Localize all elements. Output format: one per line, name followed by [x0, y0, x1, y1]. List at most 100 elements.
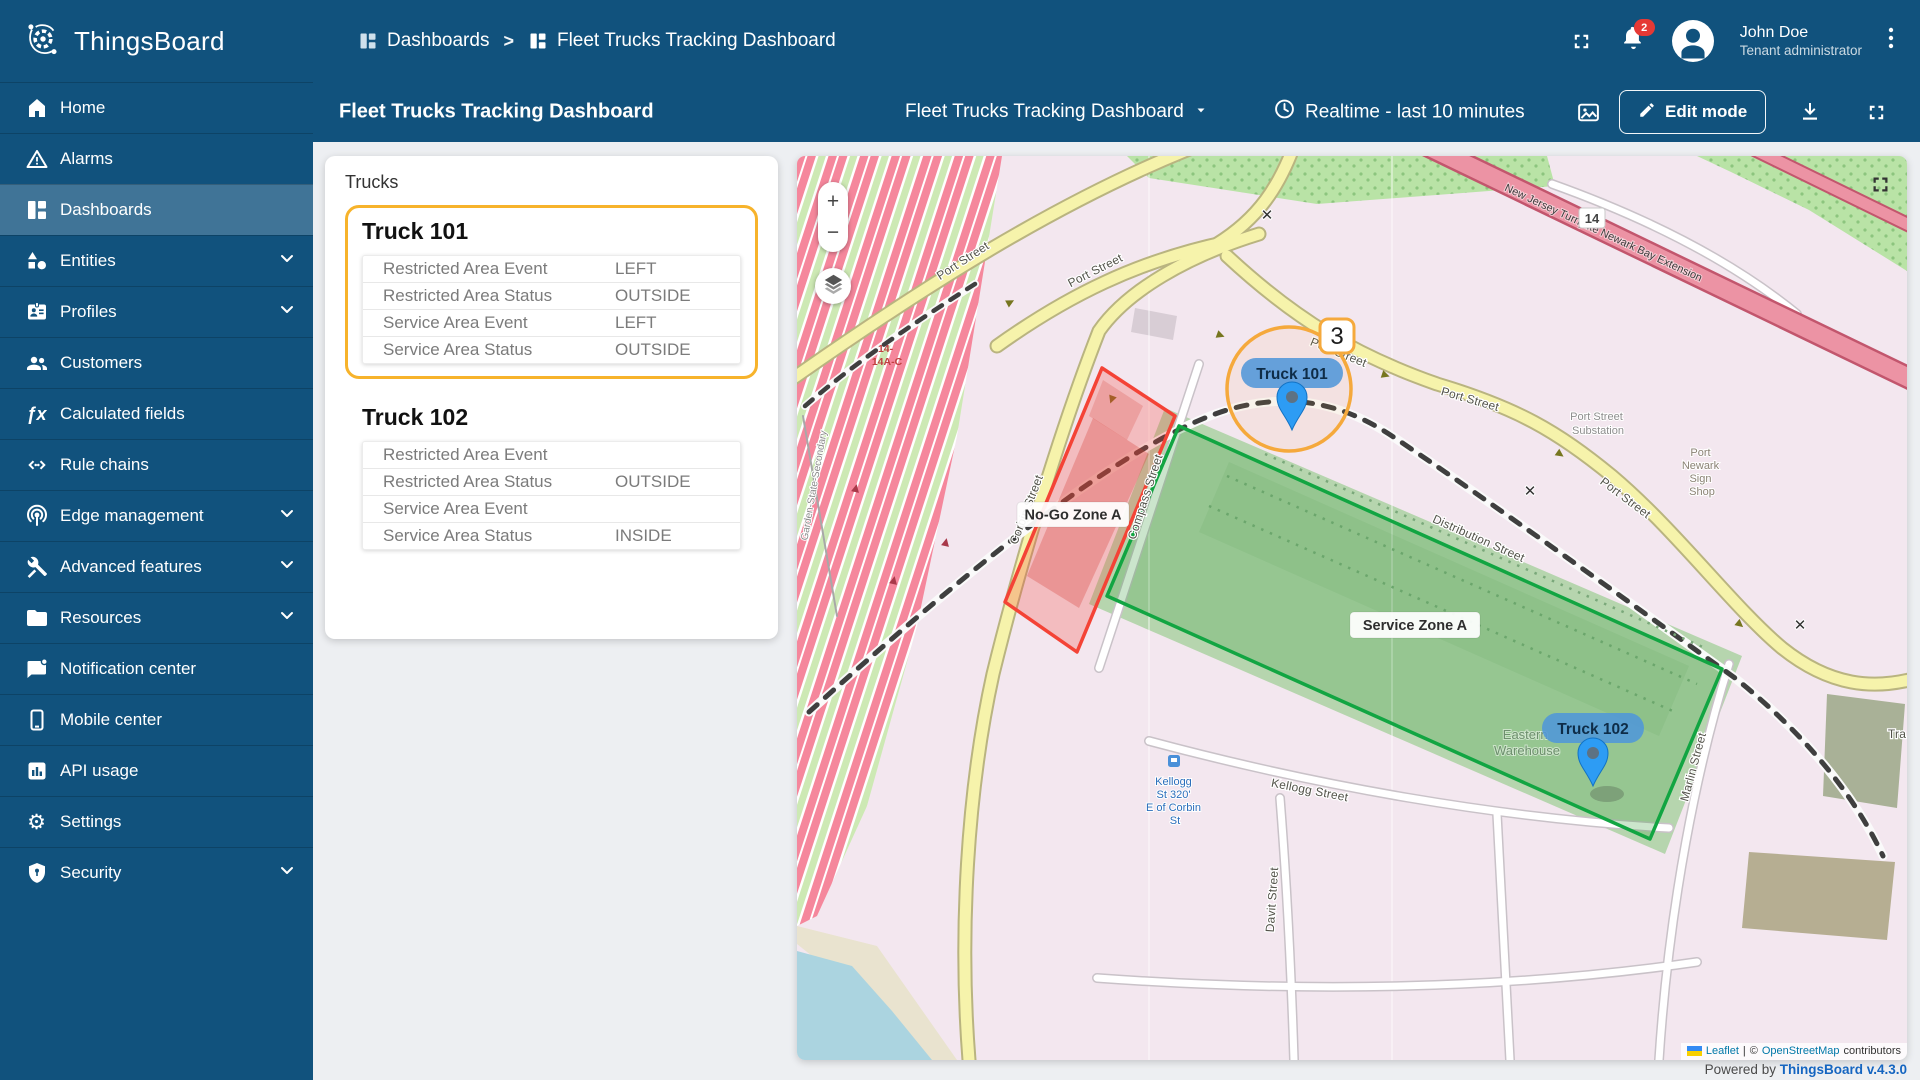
page-title: Fleet Trucks Tracking Dashboard — [339, 101, 654, 124]
breadcrumb-separator: > — [503, 31, 514, 52]
dashboard-grid-icon — [528, 31, 548, 51]
zoom-in-button[interactable]: + — [827, 191, 839, 212]
truck-name: Truck 101 — [362, 218, 745, 245]
powered-by: Powered by ThingsBoard v.4.3.0 — [1705, 1062, 1907, 1077]
svg-text:14: 14 — [1585, 211, 1600, 226]
pin-shadow — [1590, 786, 1624, 802]
sidebar-item-entities[interactable]: Entities — [0, 235, 313, 286]
fx-icon: ƒx — [24, 402, 49, 427]
shield-icon — [24, 861, 49, 886]
map-layers-button[interactable] — [815, 268, 851, 304]
leaflet-link[interactable]: Leaflet — [1706, 1045, 1739, 1057]
fullscreen-icon[interactable] — [1863, 99, 1889, 125]
bell-icon — [1621, 38, 1646, 55]
exit-shield: 14 — [1579, 208, 1605, 228]
svg-text:Service Zone A: Service Zone A — [1363, 618, 1468, 634]
sidebar-item-calculated-fields[interactable]: ƒx Calculated fields — [0, 388, 313, 439]
table-row: Service Area Event LEFT — [363, 309, 740, 336]
dashboards-icon — [24, 198, 49, 223]
sidebar-item-customers[interactable]: Customers — [0, 337, 313, 388]
sidebar-item-advanced-features[interactable]: Advanced features — [0, 541, 313, 592]
truck-name: Truck 102 — [362, 404, 745, 431]
dashboard-content: Trucks Truck 101 Restricted Area Event L… — [313, 142, 1920, 1080]
sidebar-item-security[interactable]: Security — [0, 847, 313, 898]
version-link[interactable]: ThingsBoard v.4.3.0 — [1780, 1062, 1907, 1077]
download-icon[interactable] — [1797, 99, 1823, 125]
notifications-button[interactable]: 2 — [1621, 26, 1646, 56]
sidebar: Home Alarms Dashboards Entities Profiles… — [0, 82, 313, 1080]
truck-101-table: Restricted Area Event LEFT Restricted Ar… — [362, 255, 741, 364]
fullscreen-icon[interactable] — [1569, 28, 1595, 54]
map-zoom-control: + − — [818, 182, 848, 252]
map-attribution: Leaflet | © OpenStreetMap contributors — [1681, 1043, 1907, 1060]
gear-icon: ⚙ — [24, 810, 49, 835]
street-label: Tra — [1888, 727, 1906, 741]
level-crossing-icon: ✕ — [1794, 617, 1807, 634]
user-role: Tenant administrator — [1740, 43, 1862, 60]
truck-102-card[interactable]: Truck 102 Restricted Area Event Restrict… — [345, 391, 758, 565]
antenna-icon — [24, 504, 49, 529]
sidebar-item-notification-center[interactable]: Notification center — [0, 643, 313, 694]
rule-chains-icon — [24, 453, 49, 478]
chevron-down-icon — [277, 555, 297, 580]
table-row: Service Area Event — [363, 495, 740, 522]
dropdown-arrow-icon — [1194, 101, 1208, 123]
header-actions: 2 John Doe Tenant administrator — [1569, 20, 1920, 62]
truck-101-card[interactable]: Truck 101 Restricted Area Event LEFT Res… — [345, 205, 758, 379]
table-row: Restricted Area Event LEFT — [363, 256, 740, 282]
user-name: John Doe — [1740, 23, 1862, 43]
svg-text:Truck 102: Truck 102 — [1557, 721, 1629, 738]
sidebar-item-api-usage[interactable]: API usage — [0, 745, 313, 796]
sidebar-item-dashboards[interactable]: Dashboards — [0, 184, 313, 235]
breadcrumb: Dashboards > Fleet Trucks Tracking Dashb… — [358, 30, 836, 52]
layers-icon — [823, 273, 844, 299]
osm-link[interactable]: OpenStreetMap — [1762, 1045, 1840, 1057]
zoom-out-button[interactable]: − — [827, 222, 839, 243]
timewindow-button[interactable]: Realtime - last 10 minutes — [1273, 98, 1525, 127]
map-widget[interactable]: Port Street Port Street Port Street Port… — [797, 156, 1907, 1060]
edit-mode-button[interactable]: Edit mode — [1619, 90, 1766, 134]
widget-title: Trucks — [345, 172, 758, 193]
chevron-down-icon — [277, 300, 297, 325]
sidebar-item-mobile-center[interactable]: Mobile center — [0, 694, 313, 745]
folder-icon — [24, 606, 49, 631]
thingsboard-logo-icon — [22, 18, 64, 65]
sidebar-item-home[interactable]: Home — [0, 82, 313, 133]
sidebar-item-settings[interactable]: ⚙ Settings — [0, 796, 313, 847]
kebab-menu-icon[interactable] — [1888, 26, 1894, 56]
avatar[interactable] — [1672, 20, 1714, 62]
sidebar-item-alarms[interactable]: Alarms — [0, 133, 313, 184]
entities-icon — [24, 249, 49, 274]
sidebar-item-resources[interactable]: Resources — [0, 592, 313, 643]
map-fullscreen-icon[interactable] — [1870, 174, 1891, 200]
table-row: Restricted Area Event — [363, 442, 740, 468]
dashboard-select[interactable]: Fleet Trucks Tracking Dashboard — [905, 101, 1208, 123]
chevron-down-icon — [277, 249, 297, 274]
badge-icon — [24, 300, 49, 325]
dashboard-toolbar: Fleet Trucks Tracking Dashboard Fleet Tr… — [313, 82, 1920, 142]
table-row: Service Area Status INSIDE — [363, 522, 740, 549]
map-canvas[interactable]: Port Street Port Street Port Street Port… — [797, 156, 1907, 1060]
sidebar-item-edge-management[interactable]: Edge management — [0, 490, 313, 541]
warning-icon — [24, 147, 49, 172]
trucks-widget: Trucks Truck 101 Restricted Area Event L… — [325, 156, 778, 639]
svg-text:3: 3 — [1330, 323, 1343, 350]
level-crossing-icon: ✕ — [1261, 207, 1274, 224]
svg-text:No-Go Zone A: No-Go Zone A — [1025, 508, 1122, 524]
breadcrumb-current[interactable]: Fleet Trucks Tracking Dashboard — [528, 30, 836, 52]
table-row: Restricted Area Status OUTSIDE — [363, 282, 740, 309]
phone-icon — [24, 708, 49, 733]
truck-102-table: Restricted Area Event Restricted Area St… — [362, 441, 741, 550]
sidebar-item-profiles[interactable]: Profiles — [0, 286, 313, 337]
tools-icon — [24, 555, 49, 580]
sidebar-item-rule-chains[interactable]: Rule chains — [0, 439, 313, 490]
brand-title: ThingsBoard — [74, 26, 225, 57]
user-info[interactable]: John Doe Tenant administrator — [1740, 23, 1862, 60]
breadcrumb-dashboards[interactable]: Dashboards — [358, 30, 489, 52]
background-image-icon[interactable] — [1575, 99, 1601, 125]
chevron-down-icon — [277, 504, 297, 529]
logo[interactable]: ThingsBoard — [0, 18, 313, 65]
top-header: ThingsBoard Dashboards > Fleet Trucks Tr… — [0, 0, 1920, 82]
chevron-down-icon — [277, 606, 297, 631]
dashboard-grid-icon — [358, 31, 378, 51]
